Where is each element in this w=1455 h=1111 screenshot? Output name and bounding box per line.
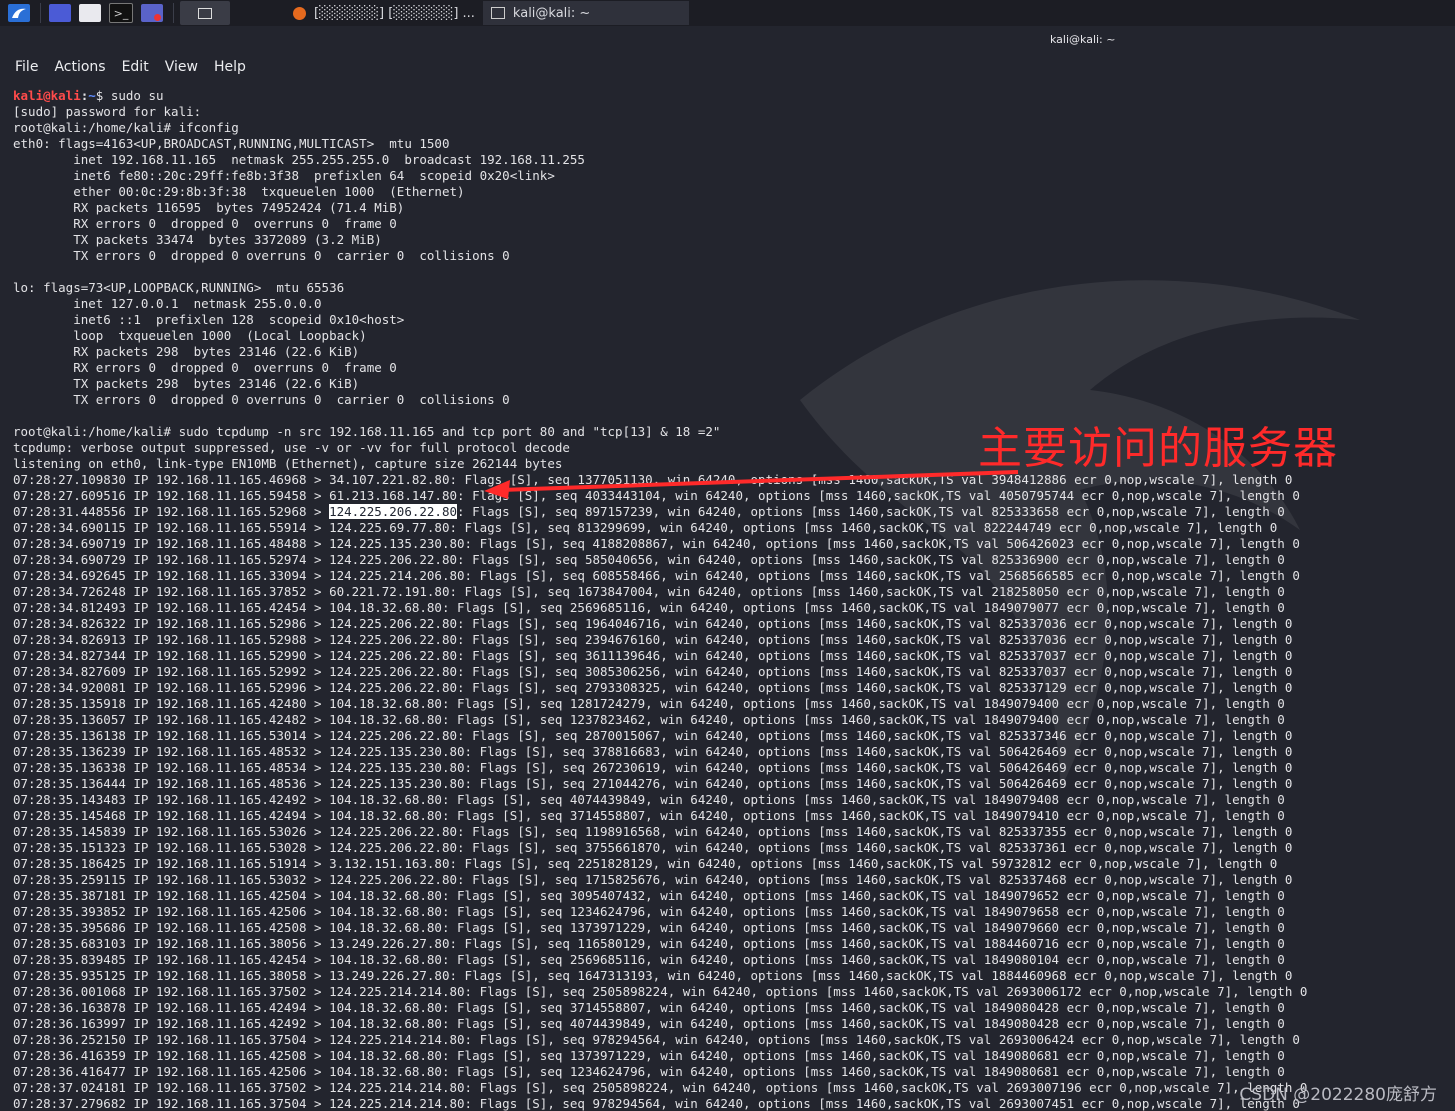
terminal-line: 07:28:34.827344 IP 192.168.11.165.52990 … [13, 648, 1293, 663]
terminal-line: RX errors 0 dropped 0 overruns 0 frame 0 [13, 216, 397, 231]
terminal-line: RX packets 298 bytes 23146 (22.6 KiB) [13, 344, 360, 359]
terminal-line: 07:28:35.935125 IP 192.168.11.165.38058 … [13, 968, 1293, 983]
terminal-line: 07:28:35.135918 IP 192.168.11.165.42480 … [13, 696, 1285, 711]
terminal-line: 07:28:35.259115 IP 192.168.11.165.53032 … [13, 872, 1293, 887]
window-title: kali@kali: ~ [1050, 33, 1116, 46]
taskbar: >_ [░░░░░░] [░░░░░░] ... kali@kali: ~ [0, 0, 1455, 27]
terminal-line: 07:28:35.151323 IP 192.168.11.165.53028 … [13, 840, 1293, 855]
terminal-line: 07:28:34.826322 IP 192.168.11.165.52986 … [13, 616, 1293, 631]
taskbar-separator [173, 3, 174, 23]
terminal-line: 07:28:34.920081 IP 192.168.11.165.52996 … [13, 680, 1293, 695]
terminal-text: kali@kali:~$ sudo su [sudo] password for … [0, 88, 1455, 1111]
terminal-line: eth0: flags=4163<UP,BROADCAST,RUNNING,MU… [13, 136, 450, 151]
terminal-output[interactable]: kali@kali:~$ sudo su [sudo] password for … [0, 88, 1455, 1111]
prompt-dollar: $ [95, 88, 111, 103]
terminal-line: 07:28:36.416477 IP 192.168.11.165.42506 … [13, 1064, 1285, 1079]
terminal-line: RX errors 0 dropped 0 overruns 0 frame 0 [13, 360, 397, 375]
terminal-line: 07:28:35.839485 IP 192.168.11.165.42454 … [13, 952, 1285, 967]
annotation-arrow-icon [484, 470, 1019, 499]
terminal-line: 07:28:36.416359 IP 192.168.11.165.42508 … [13, 1048, 1285, 1063]
taskbar-task-label: kali@kali: ~ [512, 5, 591, 21]
terminal-line: 07:28:35.136239 IP 192.168.11.165.48532 … [13, 744, 1293, 759]
menu-edit[interactable]: Edit [115, 59, 156, 75]
terminal-line: 07:28:34.827609 IP 192.168.11.165.52992 … [13, 664, 1293, 679]
terminal-line: 07:28:35.136057 IP 192.168.11.165.42482 … [13, 712, 1285, 727]
terminal-line: 07:28:34.690719 IP 192.168.11.165.48488 … [13, 536, 1300, 551]
terminal-line: root@kali:/home/kali# ifconfig [13, 120, 239, 135]
workspace-icon[interactable] [49, 4, 71, 22]
terminal-line: 07:28:35.136338 IP 192.168.11.165.48534 … [13, 760, 1293, 775]
terminal-line: 07:28:35.143483 IP 192.168.11.165.42492 … [13, 792, 1285, 807]
terminal-line: inet6 ::1 prefixlen 128 scopeid 0x10<hos… [13, 312, 405, 327]
taskbar-task-terminal[interactable]: kali@kali: ~ [482, 1, 689, 25]
terminal-line: 07:28:35.387181 IP 192.168.11.165.42504 … [13, 888, 1285, 903]
terminal-line: 07:28:35.136444 IP 192.168.11.165.48536 … [13, 776, 1293, 791]
terminal-line: 07:28:34.812493 IP 192.168.11.165.42454 … [13, 600, 1285, 615]
terminal-line: 07:28:34.826913 IP 192.168.11.165.52988 … [13, 632, 1293, 647]
terminal-line: inet 192.168.11.165 netmask 255.255.255.… [13, 152, 585, 167]
terminal-line: 07:28:36.252150 IP 192.168.11.165.37504 … [13, 1032, 1300, 1047]
active-window-thumbnail-icon[interactable] [180, 1, 230, 25]
prompt-line: kali@kali:~$ sudo su [13, 88, 1455, 104]
firefox-icon [293, 6, 306, 20]
terminal-line: 07:28:35.393852 IP 192.168.11.165.42506 … [13, 904, 1285, 919]
menu-help[interactable]: Help [207, 59, 253, 75]
terminal-line: 07:28:34.690729 IP 192.168.11.165.52974 … [13, 552, 1285, 567]
menu-actions[interactable]: Actions [47, 59, 112, 75]
prompt-user: kali@kali [13, 88, 81, 103]
window-titlebar[interactable]: kali@kali: ~ [0, 26, 1455, 54]
terminal-line: 07:28:35.136138 IP 192.168.11.165.53014 … [13, 728, 1293, 743]
terminal-line: TX errors 0 dropped 0 overruns 0 carrier… [13, 248, 510, 263]
terminal-line: 07:28:31.448556 IP 192.168.11.165.52968 … [13, 504, 1285, 519]
terminal-line: TX errors 0 dropped 0 overruns 0 carrier… [13, 392, 510, 407]
terminal-line: RX packets 116595 bytes 74952424 (71.4 M… [13, 200, 405, 215]
terminal-line: 07:28:35.683103 IP 192.168.11.165.38056 … [13, 936, 1285, 951]
menu-view[interactable]: View [158, 59, 205, 75]
terminal-line: 07:28:36.001068 IP 192.168.11.165.37502 … [13, 984, 1308, 999]
menu-file[interactable]: File [8, 59, 45, 75]
screen-recorder-icon[interactable] [141, 4, 163, 22]
selected-text-highlight: 124.225.206.22.80 [329, 504, 458, 519]
terminal-line: inet6 fe80::20c:29ff:fe8b:3f38 prefixlen… [13, 168, 555, 183]
terminal-line: 07:28:34.726248 IP 192.168.11.165.37852 … [13, 584, 1285, 599]
terminal-line: 07:28:35.145468 IP 192.168.11.165.42494 … [13, 808, 1285, 823]
terminal-line: inet 127.0.0.1 netmask 255.0.0.0 [13, 296, 322, 311]
taskbar-task-label: [░░░░░░] [░░░░░░] ... [314, 5, 475, 21]
terminal-line: 07:28:35.186425 IP 192.168.11.165.51914 … [13, 856, 1278, 871]
menu-bar: File Actions Edit View Help [0, 54, 1455, 80]
watermark-credit: CSDN @2022280庞舒方 [1239, 1085, 1437, 1105]
terminal-line: 07:28:35.145839 IP 192.168.11.165.53026 … [13, 824, 1293, 839]
kali-menu-icon[interactable] [8, 4, 30, 22]
terminal-line: 07:28:34.692645 IP 192.168.11.165.33094 … [13, 568, 1300, 583]
terminal-line: 07:28:34.690115 IP 192.168.11.165.55914 … [13, 520, 1278, 535]
terminal-line: 07:28:36.163997 IP 192.168.11.165.42492 … [13, 1016, 1285, 1031]
terminal-line: 07:28:36.163878 IP 192.168.11.165.42494 … [13, 1000, 1285, 1015]
terminal-line: loop txqueuelen 1000 (Local Loopback) [13, 328, 367, 343]
terminal-line: 07:28:35.395686 IP 192.168.11.165.42508 … [13, 920, 1285, 935]
taskbar-task-firefox[interactable]: [░░░░░░] [░░░░░░] ... [285, 1, 483, 25]
prompt-command: sudo su [110, 88, 164, 103]
prompt-path: ~ [88, 88, 96, 103]
file-manager-icon[interactable] [79, 4, 101, 22]
terminal-small-icon [490, 7, 505, 19]
terminal-line: ether 00:0c:29:8b:3f:38 txqueuelen 1000 … [13, 184, 465, 199]
terminal-line: lo: flags=73<UP,LOOPBACK,RUNNING> mtu 65… [13, 280, 345, 295]
terminal-line: TX packets 33474 bytes 3372089 (3.2 MiB) [13, 232, 382, 247]
terminal-icon[interactable]: >_ [109, 3, 133, 23]
terminal-line: TX packets 298 bytes 23146 (22.6 KiB) [13, 376, 360, 391]
taskbar-separator [40, 3, 41, 23]
terminal-line: [sudo] password for kali: [13, 104, 202, 119]
annotation-label: 主要访问的服务器 [978, 423, 1338, 474]
